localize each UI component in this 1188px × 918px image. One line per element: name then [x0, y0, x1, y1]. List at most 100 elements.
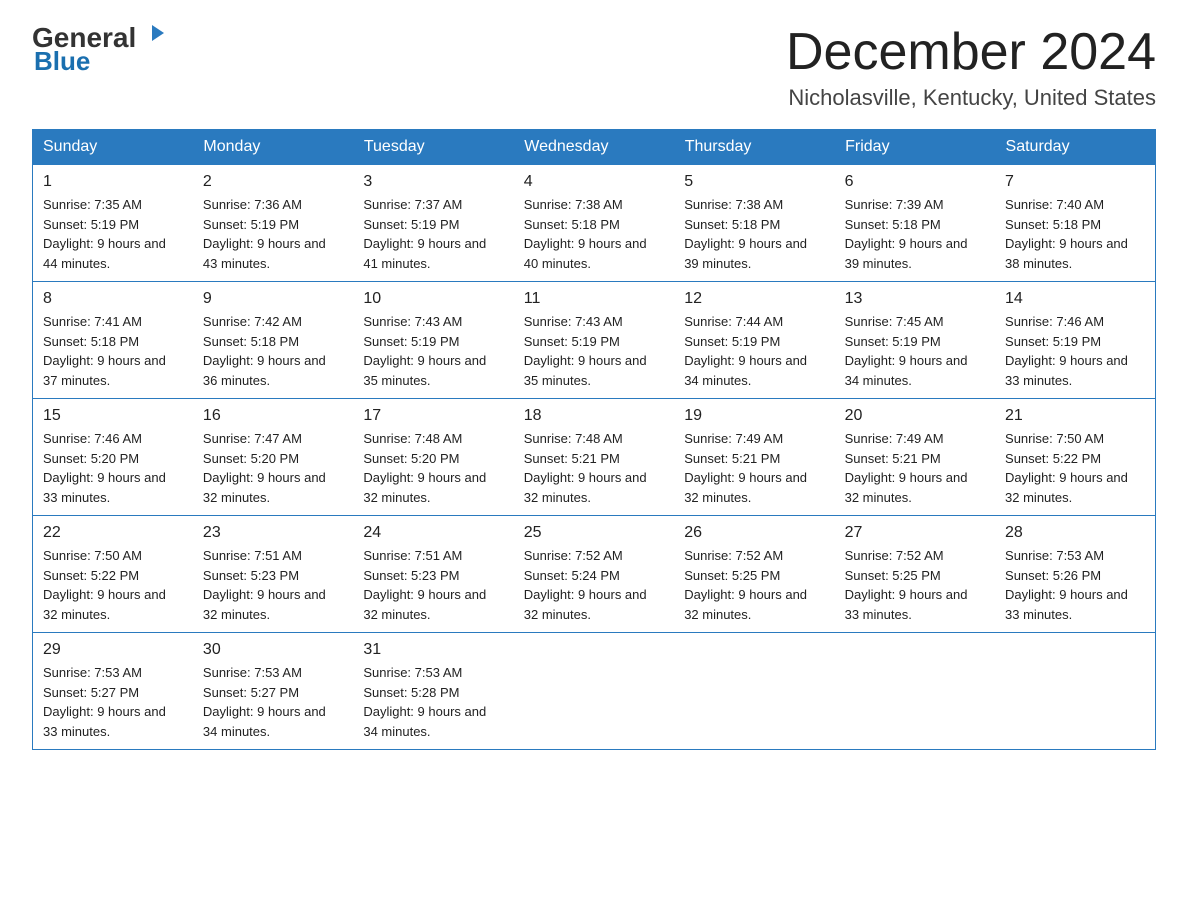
day-info: Sunrise: 7:44 AMSunset: 5:19 PMDaylight:… [684, 314, 807, 388]
day-info: Sunrise: 7:41 AMSunset: 5:18 PMDaylight:… [43, 314, 166, 388]
calendar-cell: 13 Sunrise: 7:45 AMSunset: 5:19 PMDaylig… [835, 282, 995, 399]
day-number: 1 [43, 173, 183, 191]
calendar-cell: 16 Sunrise: 7:47 AMSunset: 5:20 PMDaylig… [193, 399, 353, 516]
calendar-cell [995, 633, 1155, 750]
day-number: 8 [43, 290, 183, 308]
day-info: Sunrise: 7:46 AMSunset: 5:19 PMDaylight:… [1005, 314, 1128, 388]
day-number: 25 [524, 524, 664, 542]
day-info: Sunrise: 7:43 AMSunset: 5:19 PMDaylight:… [363, 314, 486, 388]
calendar-cell: 31 Sunrise: 7:53 AMSunset: 5:28 PMDaylig… [353, 633, 513, 750]
day-info: Sunrise: 7:53 AMSunset: 5:28 PMDaylight:… [363, 665, 486, 739]
day-number: 24 [363, 524, 503, 542]
calendar-cell: 21 Sunrise: 7:50 AMSunset: 5:22 PMDaylig… [995, 399, 1155, 516]
day-info: Sunrise: 7:50 AMSunset: 5:22 PMDaylight:… [43, 548, 166, 622]
day-number: 2 [203, 173, 343, 191]
calendar-cell: 29 Sunrise: 7:53 AMSunset: 5:27 PMDaylig… [33, 633, 193, 750]
day-number: 14 [1005, 290, 1145, 308]
calendar-cell [835, 633, 995, 750]
day-number: 21 [1005, 407, 1145, 425]
day-header-friday: Friday [835, 130, 995, 165]
calendar-cell: 18 Sunrise: 7:48 AMSunset: 5:21 PMDaylig… [514, 399, 674, 516]
page-header: General Blue December 2024 Nicholasville… [32, 24, 1156, 111]
day-number: 9 [203, 290, 343, 308]
calendar-cell: 6 Sunrise: 7:39 AMSunset: 5:18 PMDayligh… [835, 165, 995, 282]
day-info: Sunrise: 7:51 AMSunset: 5:23 PMDaylight:… [363, 548, 486, 622]
calendar-cell: 11 Sunrise: 7:43 AMSunset: 5:19 PMDaylig… [514, 282, 674, 399]
calendar-cell: 7 Sunrise: 7:40 AMSunset: 5:18 PMDayligh… [995, 165, 1155, 282]
day-info: Sunrise: 7:52 AMSunset: 5:25 PMDaylight:… [845, 548, 968, 622]
day-header-thursday: Thursday [674, 130, 834, 165]
calendar-cell: 3 Sunrise: 7:37 AMSunset: 5:19 PMDayligh… [353, 165, 513, 282]
day-info: Sunrise: 7:38 AMSunset: 5:18 PMDaylight:… [524, 197, 647, 271]
day-number: 12 [684, 290, 824, 308]
calendar-cell: 17 Sunrise: 7:48 AMSunset: 5:20 PMDaylig… [353, 399, 513, 516]
day-header-tuesday: Tuesday [353, 130, 513, 165]
calendar-cell: 1 Sunrise: 7:35 AMSunset: 5:19 PMDayligh… [33, 165, 193, 282]
calendar-table: SundayMondayTuesdayWednesdayThursdayFrid… [32, 129, 1156, 750]
day-info: Sunrise: 7:42 AMSunset: 5:18 PMDaylight:… [203, 314, 326, 388]
day-info: Sunrise: 7:39 AMSunset: 5:18 PMDaylight:… [845, 197, 968, 271]
calendar-header-row: SundayMondayTuesdayWednesdayThursdayFrid… [33, 130, 1156, 165]
day-info: Sunrise: 7:40 AMSunset: 5:18 PMDaylight:… [1005, 197, 1128, 271]
calendar-cell: 23 Sunrise: 7:51 AMSunset: 5:23 PMDaylig… [193, 516, 353, 633]
day-number: 5 [684, 173, 824, 191]
day-info: Sunrise: 7:35 AMSunset: 5:19 PMDaylight:… [43, 197, 166, 271]
calendar-cell [674, 633, 834, 750]
title-block: December 2024 Nicholasville, Kentucky, U… [786, 24, 1156, 111]
day-info: Sunrise: 7:38 AMSunset: 5:18 PMDaylight:… [684, 197, 807, 271]
calendar-cell: 8 Sunrise: 7:41 AMSunset: 5:18 PMDayligh… [33, 282, 193, 399]
location-title: Nicholasville, Kentucky, United States [786, 85, 1156, 111]
day-info: Sunrise: 7:48 AMSunset: 5:21 PMDaylight:… [524, 431, 647, 505]
day-info: Sunrise: 7:46 AMSunset: 5:20 PMDaylight:… [43, 431, 166, 505]
day-header-sunday: Sunday [33, 130, 193, 165]
logo-flag-icon [138, 23, 166, 51]
calendar-cell: 28 Sunrise: 7:53 AMSunset: 5:26 PMDaylig… [995, 516, 1155, 633]
calendar-cell: 24 Sunrise: 7:51 AMSunset: 5:23 PMDaylig… [353, 516, 513, 633]
day-number: 7 [1005, 173, 1145, 191]
day-info: Sunrise: 7:37 AMSunset: 5:19 PMDaylight:… [363, 197, 486, 271]
calendar-cell: 30 Sunrise: 7:53 AMSunset: 5:27 PMDaylig… [193, 633, 353, 750]
day-header-saturday: Saturday [995, 130, 1155, 165]
calendar-cell: 9 Sunrise: 7:42 AMSunset: 5:18 PMDayligh… [193, 282, 353, 399]
day-number: 10 [363, 290, 503, 308]
day-info: Sunrise: 7:50 AMSunset: 5:22 PMDaylight:… [1005, 431, 1128, 505]
day-info: Sunrise: 7:48 AMSunset: 5:20 PMDaylight:… [363, 431, 486, 505]
day-number: 11 [524, 290, 664, 308]
calendar-cell: 27 Sunrise: 7:52 AMSunset: 5:25 PMDaylig… [835, 516, 995, 633]
calendar-cell: 25 Sunrise: 7:52 AMSunset: 5:24 PMDaylig… [514, 516, 674, 633]
calendar-week-row: 15 Sunrise: 7:46 AMSunset: 5:20 PMDaylig… [33, 399, 1156, 516]
day-info: Sunrise: 7:53 AMSunset: 5:27 PMDaylight:… [203, 665, 326, 739]
day-header-monday: Monday [193, 130, 353, 165]
calendar-week-row: 1 Sunrise: 7:35 AMSunset: 5:19 PMDayligh… [33, 165, 1156, 282]
calendar-cell: 5 Sunrise: 7:38 AMSunset: 5:18 PMDayligh… [674, 165, 834, 282]
month-title: December 2024 [786, 24, 1156, 81]
day-number: 3 [363, 173, 503, 191]
day-header-wednesday: Wednesday [514, 130, 674, 165]
day-info: Sunrise: 7:51 AMSunset: 5:23 PMDaylight:… [203, 548, 326, 622]
day-number: 31 [363, 641, 503, 659]
calendar-week-row: 22 Sunrise: 7:50 AMSunset: 5:22 PMDaylig… [33, 516, 1156, 633]
day-info: Sunrise: 7:45 AMSunset: 5:19 PMDaylight:… [845, 314, 968, 388]
calendar-cell: 20 Sunrise: 7:49 AMSunset: 5:21 PMDaylig… [835, 399, 995, 516]
day-info: Sunrise: 7:49 AMSunset: 5:21 PMDaylight:… [845, 431, 968, 505]
day-number: 23 [203, 524, 343, 542]
calendar-cell: 22 Sunrise: 7:50 AMSunset: 5:22 PMDaylig… [33, 516, 193, 633]
day-number: 20 [845, 407, 985, 425]
day-number: 27 [845, 524, 985, 542]
day-number: 30 [203, 641, 343, 659]
calendar-cell: 26 Sunrise: 7:52 AMSunset: 5:25 PMDaylig… [674, 516, 834, 633]
day-number: 18 [524, 407, 664, 425]
calendar-cell: 10 Sunrise: 7:43 AMSunset: 5:19 PMDaylig… [353, 282, 513, 399]
day-number: 22 [43, 524, 183, 542]
day-info: Sunrise: 7:36 AMSunset: 5:19 PMDaylight:… [203, 197, 326, 271]
day-info: Sunrise: 7:49 AMSunset: 5:21 PMDaylight:… [684, 431, 807, 505]
calendar-cell: 2 Sunrise: 7:36 AMSunset: 5:19 PMDayligh… [193, 165, 353, 282]
day-number: 4 [524, 173, 664, 191]
day-number: 29 [43, 641, 183, 659]
calendar-week-row: 29 Sunrise: 7:53 AMSunset: 5:27 PMDaylig… [33, 633, 1156, 750]
day-number: 15 [43, 407, 183, 425]
calendar-cell [514, 633, 674, 750]
day-info: Sunrise: 7:52 AMSunset: 5:25 PMDaylight:… [684, 548, 807, 622]
day-number: 26 [684, 524, 824, 542]
calendar-week-row: 8 Sunrise: 7:41 AMSunset: 5:18 PMDayligh… [33, 282, 1156, 399]
